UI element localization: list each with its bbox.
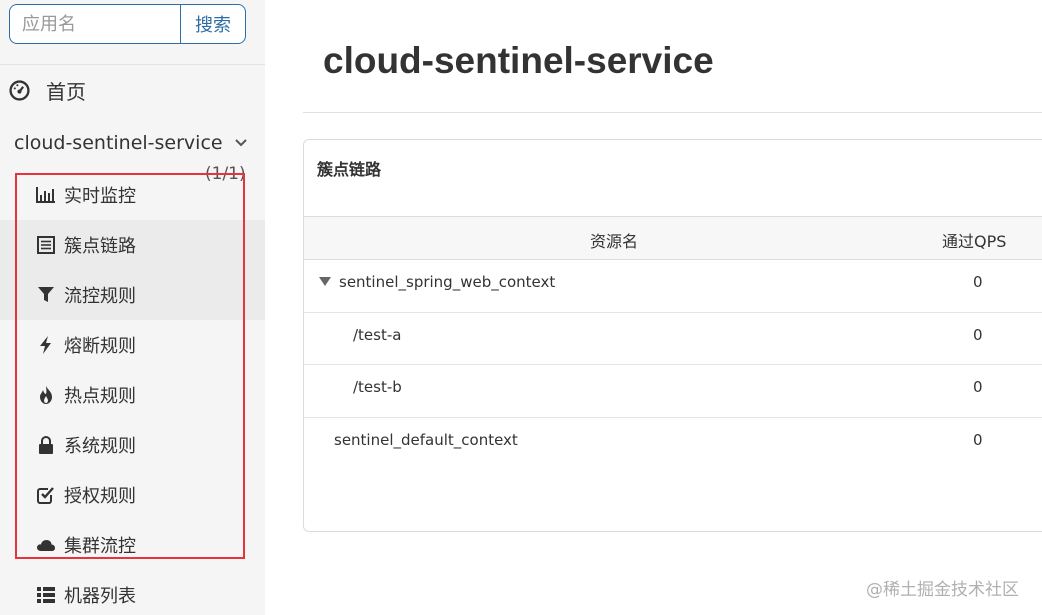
sidebar: 搜索 首页 cloud-sentinel-service (1/1) 实时监控 bbox=[0, 0, 265, 615]
column-header-qps: 通过QPS bbox=[942, 232, 1007, 251]
table-row: /test-b 0 bbox=[304, 365, 1042, 418]
resource-name: sentinel_default_context bbox=[334, 430, 518, 449]
column-header-resource: 资源名 bbox=[590, 232, 639, 251]
table-row: /test-a 0 bbox=[304, 313, 1042, 365]
app-group-header[interactable]: cloud-sentinel-service bbox=[14, 132, 254, 154]
app-name: cloud-sentinel-service bbox=[14, 132, 223, 154]
cluster-point-panel: 簇点链路 资源名 通过QPS sentinel_spring_web_conte… bbox=[303, 139, 1042, 532]
caret-down-icon bbox=[319, 277, 331, 286]
qps-value: 0 bbox=[973, 378, 983, 396]
sidebar-divider bbox=[0, 64, 265, 65]
dashboard-icon bbox=[9, 79, 30, 101]
app-search: 搜索 bbox=[9, 4, 246, 44]
table-header: 资源名 通过QPS bbox=[304, 216, 1042, 260]
resource-table: 资源名 通过QPS sentinel_spring_web_context 0 … bbox=[304, 216, 1042, 470]
menu-item-machine-list[interactable]: 机器列表 bbox=[0, 570, 265, 615]
resource-name: /test-a bbox=[353, 325, 402, 344]
page-title: cloud-sentinel-service bbox=[323, 40, 714, 81]
panel-title: 簇点链路 bbox=[317, 160, 382, 179]
qps-value: 0 bbox=[973, 273, 983, 291]
search-button[interactable]: 搜索 bbox=[180, 4, 246, 44]
title-divider bbox=[303, 112, 1042, 113]
app-search-input[interactable] bbox=[9, 4, 180, 44]
watermark: @稀土掘金技术社区 bbox=[866, 580, 1019, 600]
resource-name: /test-b bbox=[353, 378, 402, 396]
nav-home-label: 首页 bbox=[46, 79, 86, 104]
nav-home[interactable]: 首页 bbox=[0, 66, 265, 114]
table-row: sentinel_spring_web_context 0 bbox=[304, 260, 1042, 313]
menu-label: 机器列表 bbox=[64, 586, 136, 607]
table-row: sentinel_default_context 0 bbox=[304, 418, 1042, 471]
list-icon bbox=[37, 587, 55, 603]
resource-name: sentinel_spring_web_context bbox=[339, 273, 556, 291]
qps-value: 0 bbox=[973, 325, 983, 344]
tree-toggle[interactable]: sentinel_spring_web_context bbox=[319, 273, 555, 291]
annotation-highlight-box bbox=[15, 173, 245, 559]
chevron-down-icon bbox=[235, 139, 247, 147]
qps-value: 0 bbox=[973, 430, 983, 449]
